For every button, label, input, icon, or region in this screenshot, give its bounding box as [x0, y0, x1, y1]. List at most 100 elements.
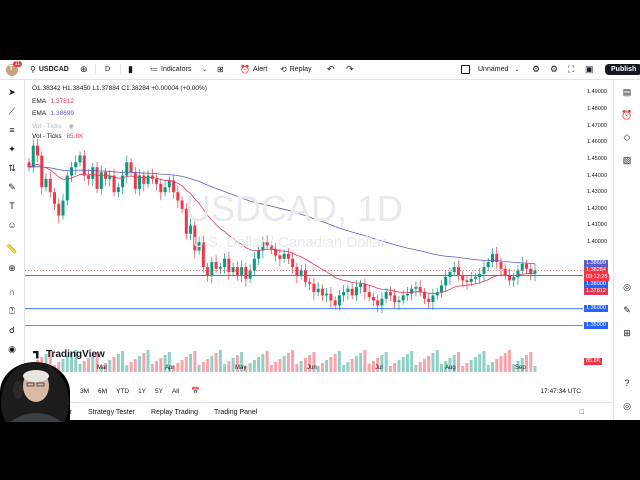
candle-body	[278, 255, 282, 259]
chat-icon[interactable]: ▧	[621, 154, 633, 166]
snapshot-button[interactable]: ▣	[585, 60, 594, 79]
candle-body	[397, 300, 401, 303]
utc-clock[interactable]: 17:47:34 UTC	[541, 388, 581, 395]
fib-icon[interactable]: ≡	[6, 124, 18, 136]
range-button-5y[interactable]: 5Y	[155, 388, 163, 395]
ema1-value: 1.37812	[50, 98, 75, 105]
candle-body	[363, 283, 367, 293]
range-button-6m[interactable]: 6M	[98, 388, 107, 395]
notification-badge: 11	[12, 60, 22, 67]
candle-body	[36, 145, 40, 156]
target-icon[interactable]: ◎	[621, 281, 633, 293]
notification-bell-icon[interactable]: ◎	[621, 400, 633, 412]
forecast-icon[interactable]: ⇅	[6, 162, 18, 174]
magnet-icon[interactable]: ∩	[6, 286, 18, 298]
hidden-indicator-legend[interactable]: Vol - Ticks ◉	[32, 122, 74, 130]
ema2-legend[interactable]: EMA 1.38699	[32, 110, 74, 117]
candle-body	[405, 293, 409, 296]
publish-button[interactable]: Publish	[605, 60, 640, 79]
range-button-1y[interactable]: 1Y	[138, 388, 146, 395]
indicators-label: Indicators	[161, 66, 192, 73]
replay-label: Replay	[289, 66, 312, 73]
calendar-goto-icon[interactable]: 📅	[191, 387, 200, 395]
undo-button[interactable]: ↶	[327, 60, 335, 79]
candle-body	[303, 270, 307, 283]
text-icon[interactable]: T	[6, 200, 18, 212]
smile-icon[interactable]: ☺	[6, 219, 18, 231]
tab-replay-trading[interactable]: Replay Trading	[151, 409, 198, 416]
symbol-watermark: USDCAD, 1D	[185, 188, 404, 229]
interval-label: D	[105, 66, 111, 73]
tradingview-window: T 11 ⚲ USDCAD ⊕ D ▮ ≔ Indicators ⌄ ⊞ ⏰ A…	[0, 60, 640, 420]
indicators-dropdown[interactable]: ⌄	[202, 60, 207, 79]
candle-body	[499, 262, 503, 269]
trendline-icon[interactable]: ⟋	[6, 105, 18, 117]
ema1-legend[interactable]: EMA 1.37812	[32, 98, 74, 105]
apps-grid-icon[interactable]: ⊞	[621, 327, 633, 339]
fullscreen-icon: ⛶	[568, 64, 575, 74]
templates-button[interactable]: ⊞	[217, 60, 224, 79]
lock-icon[interactable]: ⍰	[6, 305, 18, 317]
candle-body	[53, 192, 57, 204]
pencil-icon[interactable]: ✎	[621, 304, 633, 316]
tab-strategy-tester[interactable]: Strategy Tester	[88, 409, 135, 416]
candle-body	[461, 275, 465, 281]
layout-name-button[interactable]: Unnamed ⌄	[461, 60, 519, 79]
range-button-3m[interactable]: 3M	[80, 388, 89, 395]
symbol-search[interactable]: ⚲ USDCAD	[30, 60, 69, 79]
add-symbol-button[interactable]: ⊕	[80, 60, 88, 79]
quick-search-button[interactable]: ⚙	[532, 60, 540, 79]
redo-button[interactable]: ↷	[346, 60, 354, 79]
maximize-panel-icon[interactable]: □	[580, 409, 584, 416]
layers-icon[interactable]: ◇	[621, 131, 633, 143]
volume-legend[interactable]: Vol - Ticks 85.8K	[32, 133, 83, 140]
eye-off-icon[interactable]: ◉	[68, 123, 74, 130]
cursor-icon[interactable]: ➤	[6, 86, 18, 98]
candle-body	[478, 273, 482, 278]
candle-body	[48, 178, 52, 193]
zoom-in-icon[interactable]: ⊕	[6, 262, 18, 274]
eye-icon[interactable]: ◉	[6, 343, 18, 355]
candle-body	[125, 162, 129, 176]
interval-button[interactable]: D	[105, 60, 110, 79]
avatar[interactable]: T 11	[6, 60, 22, 76]
range-button-ytd[interactable]: YTD	[116, 388, 129, 395]
tab-trading-panel[interactable]: Trading Panel	[214, 409, 257, 416]
candle-body	[142, 175, 146, 184]
alert-button[interactable]: ⏰ Alert	[240, 60, 267, 79]
indicators-button[interactable]: ≔ Indicators	[150, 60, 191, 79]
range-button-all[interactable]: All	[172, 388, 179, 395]
chart-type-button[interactable]: ▮	[128, 60, 133, 79]
help-circle-icon[interactable]: ?	[621, 377, 633, 389]
settings-button[interactable]: ⚙	[550, 60, 558, 79]
lock-drawings-icon[interactable]: ☌	[6, 324, 18, 336]
price-label-countdown: 03:12:28	[584, 274, 610, 282]
user-avatar[interactable]: T 11	[6, 60, 22, 79]
settings-search-icon: ⚙	[532, 64, 541, 74]
chevron-down-icon: ⌄	[202, 67, 208, 73]
time-tick-label: Mar	[97, 365, 108, 371]
candle-body	[252, 258, 256, 271]
ruler-icon[interactable]: 📏	[6, 243, 18, 255]
candle-body	[414, 287, 418, 289]
top-toolbar: T 11 ⚲ USDCAD ⊕ D ▮ ≔ Indicators ⌄ ⊞ ⏰ A…	[0, 60, 640, 80]
time-axis[interactable]: Mar Apr May Jun Jul Aug Sep	[25, 365, 583, 377]
replay-button[interactable]: ⟲ Replay	[280, 60, 312, 79]
fullscreen-button[interactable]: ⛶	[568, 60, 574, 79]
watchlist-icon[interactable]: ▤	[621, 86, 633, 98]
brush-icon[interactable]: ✎	[6, 181, 18, 193]
candle-body	[282, 253, 286, 259]
pattern-icon[interactable]: ✦	[6, 143, 18, 155]
price-label-ema1: 1.37812	[584, 288, 608, 296]
alerts-clock-icon[interactable]: ⏰	[621, 109, 633, 121]
candle-body	[223, 258, 227, 268]
presenter-portrait	[1, 362, 69, 422]
price-chart[interactable]	[25, 80, 583, 380]
candle-body	[367, 292, 371, 298]
price-axis[interactable]: 1.49000 1.48000 1.47000 1.46000 1.45000 1.440…	[583, 80, 614, 380]
candle-body	[333, 300, 337, 306]
publish-label: Publish	[605, 64, 640, 75]
candle-body	[384, 292, 388, 299]
volume-name: Vol - Ticks	[32, 133, 62, 140]
redo-icon: ↷	[346, 64, 354, 74]
